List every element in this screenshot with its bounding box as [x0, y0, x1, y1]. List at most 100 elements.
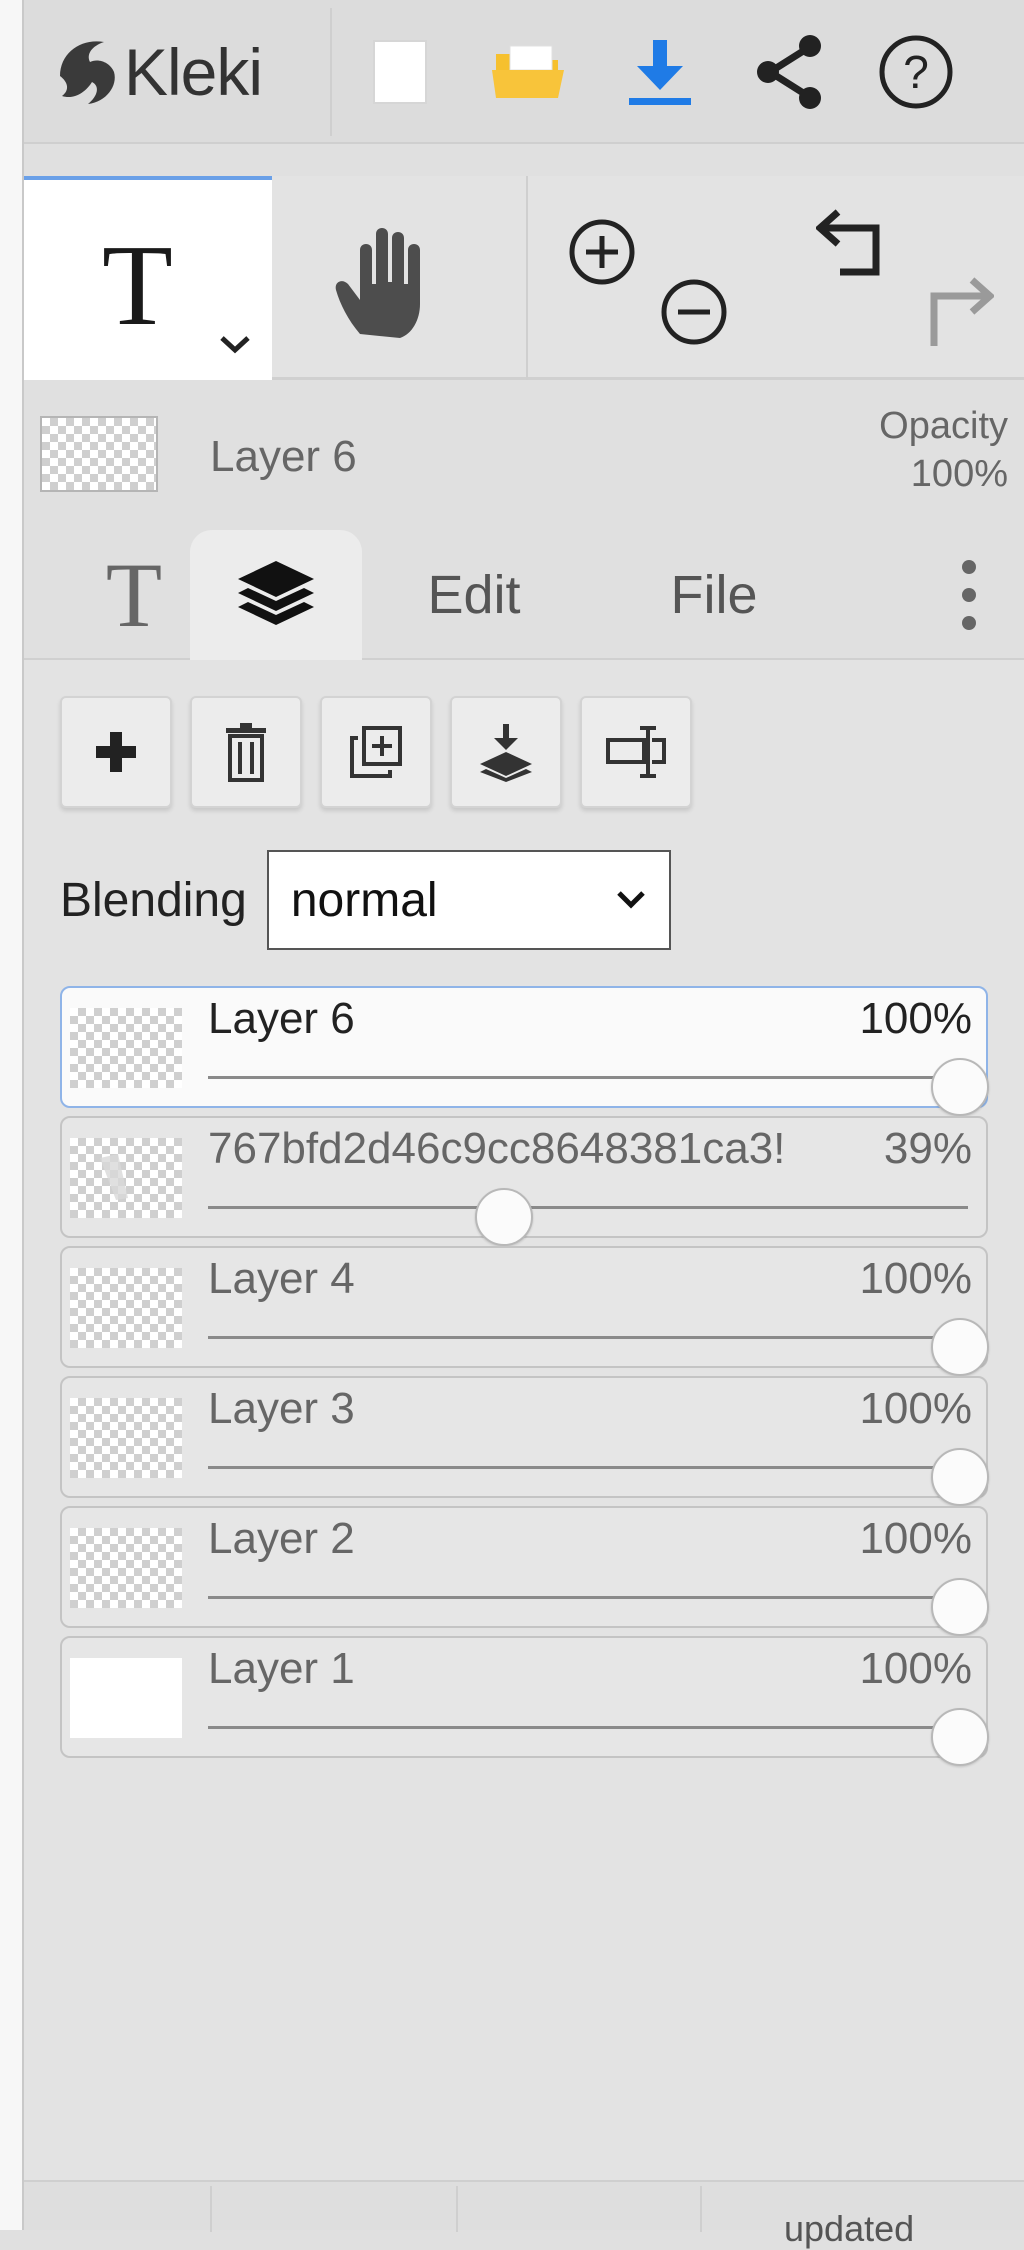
tool-row: T [24, 176, 1024, 380]
opacity-slider-handle[interactable] [931, 1448, 989, 1506]
opacity-slider-handle[interactable] [931, 1058, 989, 1116]
rename-layer-button[interactable] [580, 696, 692, 808]
tab-file-label: File [670, 565, 758, 625]
opacity-slider-track[interactable] [208, 1466, 968, 1469]
layer-thumbnail [70, 1008, 182, 1088]
layer-name: Layer 1 [208, 1644, 355, 1693]
layer-row-layer-6[interactable]: Layer 6 100% [60, 986, 989, 1116]
layer-thumbnail [70, 1268, 182, 1348]
top-bar: Kleki ? [24, 0, 1024, 144]
divider [700, 2186, 702, 2232]
layer-row-layer-1[interactable]: Layer 1 100% [60, 1636, 989, 1766]
text-tool-button[interactable]: T [24, 176, 272, 380]
share-icon [757, 35, 821, 109]
help-button[interactable]: ? [876, 28, 956, 116]
layer-row-layer-4[interactable]: Layer 4 100% [60, 1246, 989, 1376]
open-file-button[interactable] [488, 28, 568, 116]
add-layer-button[interactable] [60, 696, 172, 808]
more-menu-button[interactable] [924, 530, 1014, 660]
tab-file[interactable]: File [624, 530, 804, 660]
layer-thumbnail [70, 1658, 182, 1738]
opacity-slider-handle[interactable] [931, 1318, 989, 1376]
footer-status-text: updated [784, 2208, 915, 2249]
layer-opacity-value: 100% [859, 1384, 972, 1433]
canvas-edge [0, 0, 24, 2230]
divider [330, 8, 332, 136]
blending-value: normal [290, 873, 438, 927]
layer-opacity-value: 39% [883, 1124, 972, 1173]
current-layer-info: Layer 6 Opacity 100% [24, 400, 1024, 510]
blending-label: Blending [60, 873, 247, 927]
duplicate-layer-button[interactable] [320, 696, 432, 808]
divider [456, 2186, 458, 2232]
layer-opacity-value: 100% [859, 994, 972, 1043]
layer-opacity-value: 100% [859, 1254, 972, 1303]
merge-down-button[interactable] [450, 696, 562, 808]
hand-tool-icon[interactable] [324, 216, 454, 346]
opacity-slider-handle[interactable] [475, 1188, 534, 1246]
current-layer-name: Layer 6 [210, 432, 357, 481]
status-footer: updated [24, 2180, 1024, 2249]
layers-panel: Blending normal Layer 6 100% 767bfd2d46c… [24, 660, 1024, 2180]
side-panel: Kleki ? T Layer 6 Opacity 100% T Edit Fi… [24, 0, 1024, 2249]
brush-tab-icon: T [105, 544, 163, 646]
trash-icon [226, 723, 266, 782]
layer-row-image[interactable]: 767bfd2d46c9cc8648381ca3! 39% [60, 1116, 988, 1246]
duplicate-icon [350, 726, 402, 778]
tab-edit-label: Edit [427, 565, 521, 625]
opacity-value: 100% [910, 453, 1008, 495]
app-name: Kleki [124, 35, 263, 109]
undo-icon[interactable] [816, 208, 896, 282]
current-layer-thumbnail [40, 416, 158, 492]
tab-brush[interactable]: T [64, 530, 204, 660]
layers-icon [238, 561, 314, 625]
opacity-slider-handle[interactable] [931, 1578, 989, 1636]
blending-row: Blending normal [60, 850, 671, 950]
new-image-icon [373, 40, 427, 104]
open-folder-icon [492, 45, 564, 98]
layer-row-layer-3[interactable]: Layer 3 100% [60, 1376, 989, 1506]
layer-thumbnail [70, 1138, 182, 1218]
layer-action-buttons [60, 696, 692, 808]
layer-name: Layer 2 [208, 1514, 355, 1563]
kebab-menu-icon [962, 560, 976, 630]
download-icon [629, 40, 691, 105]
layer-opacity-value: 100% [859, 1514, 972, 1563]
divider [526, 176, 528, 380]
opacity-slider-handle[interactable] [931, 1708, 989, 1766]
zoom-out-icon[interactable] [658, 276, 730, 348]
opacity-slider-track[interactable] [208, 1336, 968, 1339]
opacity-slider-track[interactable] [208, 1076, 968, 1079]
svg-text:?: ? [903, 46, 929, 98]
zoom-in-icon[interactable] [566, 216, 638, 288]
layer-name: 767bfd2d46c9cc8648381ca3! [208, 1124, 786, 1173]
layer-image-preview [100, 1154, 128, 1200]
new-image-button[interactable] [360, 28, 440, 116]
opacity-slider-track[interactable] [208, 1206, 968, 1209]
delete-layer-button[interactable] [190, 696, 302, 808]
opacity-slider-track[interactable] [208, 1726, 968, 1729]
help-icon: ? [879, 35, 953, 109]
layer-thumbnail [70, 1398, 182, 1478]
panel-tabs: T Edit File [24, 520, 1024, 660]
layer-name: Layer 3 [208, 1384, 355, 1433]
divider [210, 2186, 212, 2232]
chevron-down-icon[interactable] [218, 332, 252, 356]
blending-select[interactable]: normal [266, 850, 671, 950]
layer-opacity-value: 100% [859, 1644, 972, 1693]
tab-edit[interactable]: Edit [384, 530, 564, 660]
download-button[interactable] [620, 28, 700, 116]
chevron-down-icon [617, 891, 645, 909]
current-layer-opacity: Opacity 100% [879, 402, 1008, 498]
plus-icon [96, 732, 136, 772]
layer-name: Layer 4 [208, 1254, 355, 1303]
layer-row-layer-2[interactable]: Layer 2 100% [60, 1506, 989, 1636]
app-logo[interactable]: Kleki [52, 22, 263, 122]
kleki-logo-icon [60, 41, 115, 104]
share-button[interactable] [750, 28, 830, 116]
redo-icon[interactable] [914, 276, 994, 350]
opacity-slider-track[interactable] [208, 1596, 968, 1599]
opacity-label: Opacity [879, 405, 1008, 447]
tab-layers[interactable] [190, 530, 362, 660]
layer-list: Layer 6 100% 767bfd2d46c9cc8648381ca3! 3… [60, 986, 989, 1766]
